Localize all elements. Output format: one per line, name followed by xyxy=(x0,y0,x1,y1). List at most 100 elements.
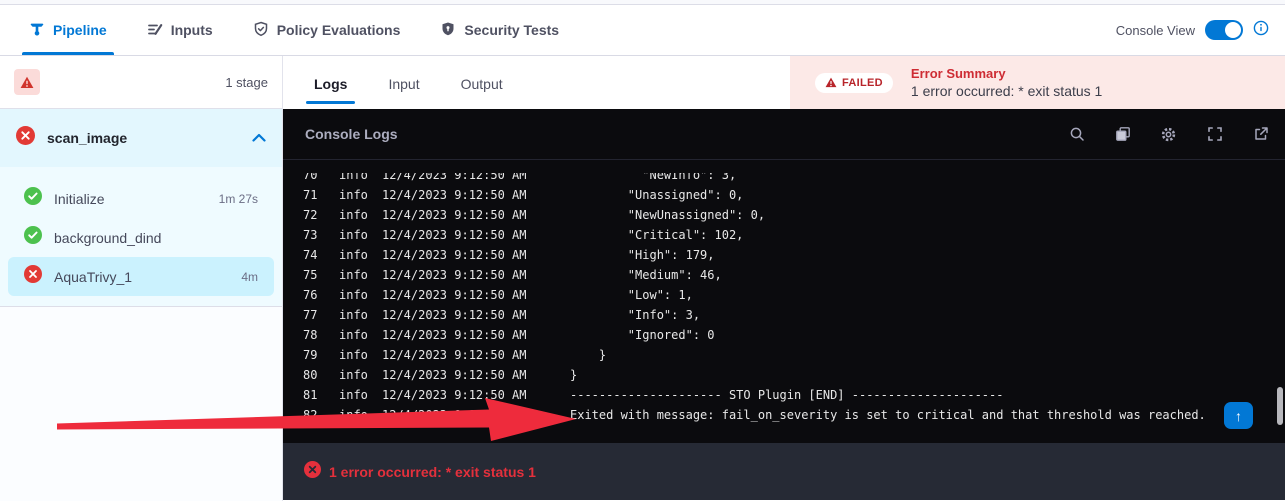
stage-row-scan-image[interactable]: scan_image xyxy=(0,109,282,167)
tab-policy-evaluations-label: Policy Evaluations xyxy=(277,22,401,38)
log-line: 74info12/4/2023 9:12:50 AM "High": 179, xyxy=(283,245,1285,265)
failed-status-icon xyxy=(24,265,42,288)
console-scrollbar-thumb[interactable] xyxy=(1277,387,1283,425)
tab-output[interactable]: Output xyxy=(453,60,511,106)
log-message: --------------------- STO Plugin [END] -… xyxy=(570,385,1003,405)
log-level: info xyxy=(339,245,382,265)
step-name: AquaTrivy_1 xyxy=(54,269,132,285)
copy-icon[interactable] xyxy=(1114,126,1131,143)
log-message: Exited with message: fail_on_severity is… xyxy=(570,405,1206,425)
log-timestamp: 12/4/2023 9:12:50 AM xyxy=(382,385,570,405)
console-header: Console Logs xyxy=(283,109,1285,160)
tab-inputs[interactable]: Inputs xyxy=(140,5,220,55)
scroll-to-top-button[interactable]: ↑ xyxy=(1224,402,1253,429)
log-line-number: 80 xyxy=(303,365,339,385)
success-status-icon xyxy=(24,226,42,249)
security-shield-icon xyxy=(440,21,456,40)
log-message: "Unassigned": 0, xyxy=(570,185,743,205)
stage-name: scan_image xyxy=(47,130,127,146)
tab-logs[interactable]: Logs xyxy=(306,60,355,106)
header-right: Console View xyxy=(1116,5,1285,55)
log-level: info xyxy=(339,405,382,425)
console-view-label: Console View xyxy=(1116,23,1195,38)
log-line-number: 82 xyxy=(303,405,339,425)
log-level: info xyxy=(339,285,382,305)
log-line: 70info12/4/2023 9:12:50 AM "NewInfo": 3, xyxy=(283,173,1285,185)
log-message: "NewInfo": 3, xyxy=(570,173,736,185)
tab-inputs-label: Inputs xyxy=(171,22,213,38)
stages-sidebar: 1 stage scan_image xyxy=(0,56,283,501)
stage-count: 1 stage xyxy=(225,75,268,90)
log-line: 78info12/4/2023 9:12:50 AM "Ignored": 0 xyxy=(283,325,1285,345)
log-line-number: 70 xyxy=(303,173,339,185)
log-timestamp: 12/4/2023 9:12:50 AM xyxy=(382,265,570,285)
step-row-background-dind[interactable]: background_dind xyxy=(8,218,274,257)
tab-security-tests[interactable]: Security Tests xyxy=(433,5,566,55)
log-message: } xyxy=(570,345,606,365)
log-timestamp: 12/4/2023 9:12:50 AM xyxy=(382,285,570,305)
log-line: 76info12/4/2023 9:12:50 AM "Low": 1, xyxy=(283,285,1285,305)
log-timestamp: 12/4/2023 9:12:50 AM xyxy=(382,185,570,205)
header-tabs: Pipeline Inputs Policy Evaluations Secur… xyxy=(22,5,592,55)
success-status-icon xyxy=(24,187,42,210)
failed-status-icon xyxy=(16,126,35,150)
log-level: info xyxy=(339,325,382,345)
step-row-initialize[interactable]: Initialize 1m 27s xyxy=(8,179,274,218)
log-line-number: 79 xyxy=(303,345,339,365)
failed-badge-label: FAILED xyxy=(842,77,883,89)
step-row-aquatrivy[interactable]: AquaTrivy_1 4m xyxy=(8,257,274,296)
tab-input[interactable]: Input xyxy=(380,60,427,106)
error-circle-icon xyxy=(304,461,321,483)
footer-error-bar: 1 error occurred: * exit status 1 xyxy=(283,443,1285,500)
info-icon[interactable] xyxy=(1253,20,1269,41)
log-timestamp: 12/4/2023 9:12:50 AM xyxy=(382,405,570,425)
log-level: info xyxy=(339,265,382,285)
search-icon[interactable] xyxy=(1068,126,1085,143)
console-title: Console Logs xyxy=(305,126,398,142)
console-view-toggle[interactable] xyxy=(1205,20,1243,40)
settings-icon[interactable] xyxy=(1160,126,1177,143)
log-timestamp: 12/4/2023 9:12:50 AM xyxy=(382,345,570,365)
warning-triangle-icon xyxy=(825,77,837,88)
fullscreen-icon[interactable] xyxy=(1206,126,1223,143)
log-line-number: 75 xyxy=(303,265,339,285)
log-line: 82info12/4/2023 9:12:50 AMExited with me… xyxy=(283,405,1285,425)
log-timestamp: 12/4/2023 9:12:50 AM xyxy=(382,245,570,265)
content-area: 1 stage scan_image xyxy=(0,56,1285,501)
open-in-new-icon[interactable] xyxy=(1252,126,1269,143)
main-column: Logs Input Output FAILED Error Summary 1… xyxy=(283,56,1285,501)
log-line: 81info12/4/2023 9:12:50 AM--------------… xyxy=(283,385,1285,405)
error-summary-title: Error Summary xyxy=(911,66,1102,81)
tab-pipeline[interactable]: Pipeline xyxy=(22,5,114,55)
log-scroll-area[interactable]: 70info12/4/2023 9:12:50 AM "NewInfo": 3,… xyxy=(283,173,1285,443)
tab-pipeline-label: Pipeline xyxy=(53,22,107,38)
log-line-number: 76 xyxy=(303,285,339,305)
log-level: info xyxy=(339,365,382,385)
policy-shield-icon xyxy=(253,21,269,40)
log-message: "Critical": 102, xyxy=(570,225,743,245)
log-level: info xyxy=(339,205,382,225)
log-line: 75info12/4/2023 9:12:50 AM "Medium": 46, xyxy=(283,265,1285,285)
tab-policy-evaluations[interactable]: Policy Evaluations xyxy=(246,5,408,55)
toggle-knob xyxy=(1225,22,1241,38)
log-line: 72info12/4/2023 9:12:50 AM "NewUnassigne… xyxy=(283,205,1285,225)
log-timestamp: 12/4/2023 9:12:50 AM xyxy=(382,225,570,245)
log-message: } xyxy=(570,365,577,385)
log-message: "High": 179, xyxy=(570,245,715,265)
chevron-up-icon[interactable] xyxy=(252,129,266,147)
sidebar-header: 1 stage xyxy=(0,56,282,109)
warning-chip[interactable] xyxy=(14,69,40,95)
log-level: info xyxy=(339,385,382,405)
log-line-number: 72 xyxy=(303,205,339,225)
log-timestamp: 12/4/2023 9:12:50 AM xyxy=(382,365,570,385)
log-level: info xyxy=(339,345,382,365)
log-line-number: 73 xyxy=(303,225,339,245)
console-toolbar xyxy=(1068,126,1269,143)
log-level: info xyxy=(339,173,382,185)
log-timestamp: 12/4/2023 9:12:50 AM xyxy=(382,325,570,345)
log-line: 80info12/4/2023 9:12:50 AM} xyxy=(283,365,1285,385)
pipeline-execution-page: Pipeline Inputs Policy Evaluations Secur… xyxy=(0,0,1285,501)
log-line: 79info12/4/2023 9:12:50 AM } xyxy=(283,345,1285,365)
tab-security-tests-label: Security Tests xyxy=(464,22,559,38)
log-level: info xyxy=(339,305,382,325)
